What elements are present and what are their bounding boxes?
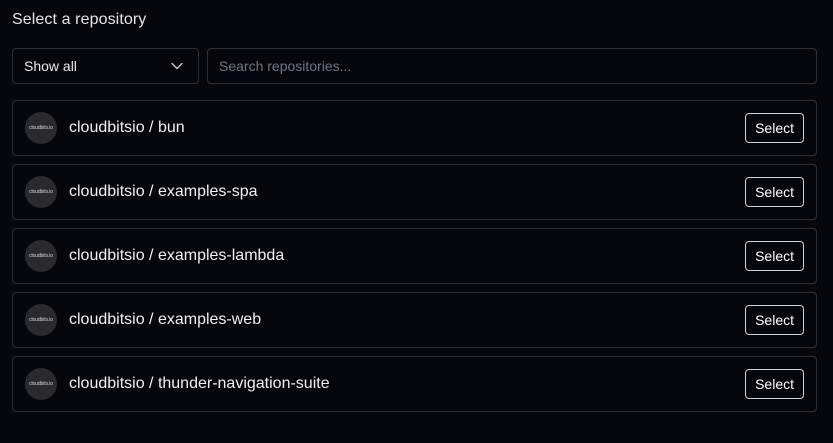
repository-row: cloudbits.io cloudbitsio / examples-lamb… [12, 228, 817, 284]
repository-name: cloudbitsio / examples-web [69, 311, 262, 328]
repository-name: cloudbitsio / examples-lambda [69, 247, 285, 264]
repository-name: cloudbitsio / thunder-navigation-suite [69, 375, 330, 392]
repository-row: cloudbits.io cloudbitsio / examples-spa … [12, 164, 817, 220]
filter-bar: Show all [12, 48, 817, 84]
chevron-down-icon [170, 59, 184, 73]
repository-row: cloudbits.io cloudbitsio / bun Select [12, 100, 817, 156]
repository-name: cloudbitsio / bun [69, 119, 185, 136]
org-avatar: cloudbits.io [25, 176, 57, 208]
select-button[interactable]: Select [745, 305, 804, 335]
repository-row: cloudbits.io cloudbitsio / examples-web … [12, 292, 817, 348]
page-title: Select a repository [12, 11, 147, 28]
select-button[interactable]: Select [745, 369, 804, 399]
org-avatar-logo: cloudbits.io [29, 253, 53, 259]
org-avatar: cloudbits.io [25, 112, 57, 144]
org-avatar: cloudbits.io [25, 368, 57, 400]
visibility-filter-select[interactable]: Show all [12, 48, 199, 84]
repository-list: cloudbits.io cloudbitsio / bun Select cl… [12, 100, 817, 412]
visibility-filter-value: Show all [24, 58, 77, 74]
org-avatar-logo: cloudbits.io [29, 125, 53, 131]
select-button[interactable]: Select [745, 241, 804, 271]
select-button[interactable]: Select [745, 177, 804, 207]
org-avatar: cloudbits.io [25, 304, 57, 336]
repository-row: cloudbits.io cloudbitsio / thunder-navig… [12, 356, 817, 412]
repository-picker: Select a repository Show all cloudbits.i… [0, 0, 833, 443]
search-input[interactable] [207, 48, 817, 84]
repository-name: cloudbitsio / examples-spa [69, 183, 258, 200]
org-avatar: cloudbits.io [25, 240, 57, 272]
org-avatar-logo: cloudbits.io [29, 381, 53, 387]
org-avatar-logo: cloudbits.io [29, 189, 53, 195]
select-button[interactable]: Select [745, 113, 804, 143]
org-avatar-logo: cloudbits.io [29, 317, 53, 323]
